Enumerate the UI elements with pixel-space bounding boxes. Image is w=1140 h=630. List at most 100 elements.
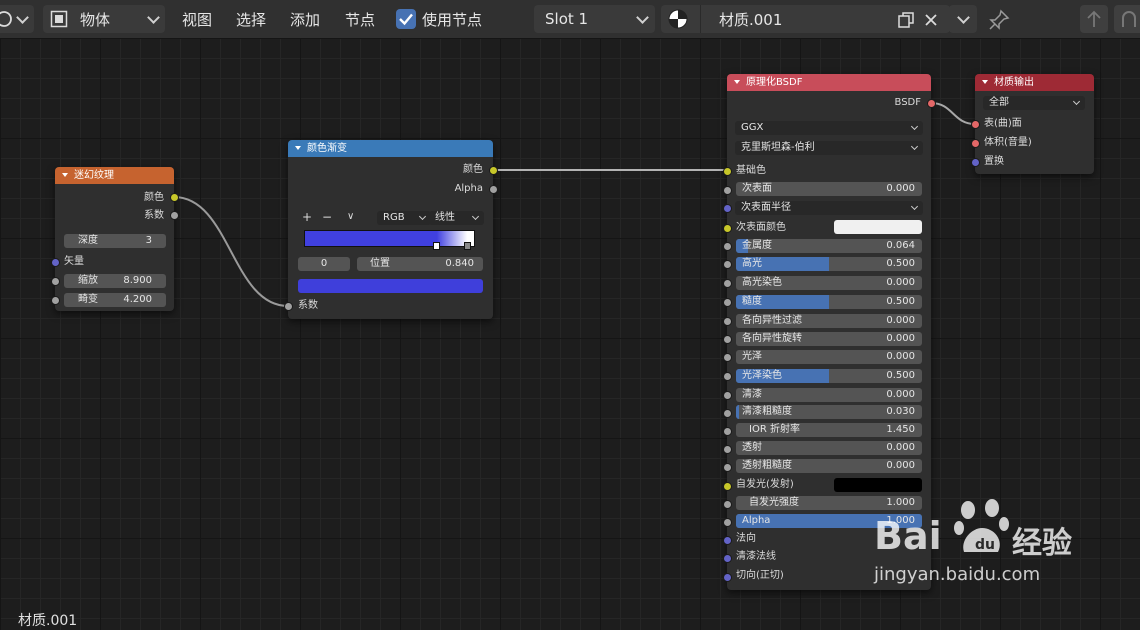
specular-field[interactable]: 高光 0.500 <box>736 257 922 271</box>
ramp-stop-handle[interactable] <box>433 242 441 250</box>
magic-texture-node[interactable]: 迷幻纹理 颜色 系数 深度 3 矢量 缩放 8.900 畸变 4.200 <box>51 167 179 311</box>
node-header[interactable]: 材质输出 <box>975 74 1094 91</box>
output-bsdf-socket[interactable] <box>927 99 936 108</box>
add-stop-button[interactable]: + <box>302 211 312 223</box>
material-output-node[interactable]: 材质输出 全部 表(曲)面 体积(音量) 置换 <box>971 74 1094 174</box>
distribution-dropdown[interactable]: GGX <box>735 121 923 135</box>
ramp-stop-handle[interactable] <box>464 242 472 250</box>
ramp-menu-button[interactable]: ∨ <box>347 211 354 223</box>
vector-input-socket[interactable] <box>51 258 60 267</box>
collapse-arrow-icon[interactable] <box>295 146 301 150</box>
output-color-label: 颜色 <box>463 164 483 175</box>
scale-field[interactable]: 缩放 8.900 <box>64 274 166 288</box>
subsurface-radius-field[interactable]: 次表面半径 <box>735 201 923 215</box>
output-alpha-socket[interactable] <box>489 185 498 194</box>
output-color-socket[interactable] <box>170 193 179 202</box>
transmission-socket[interactable] <box>723 445 732 454</box>
node-header[interactable]: 颜色渐变 <box>288 140 493 157</box>
emission-strength-socket[interactable] <box>723 500 732 509</box>
anisotropic-rotation-field[interactable]: 各向异性旋转 0.000 <box>736 332 922 346</box>
sheen-label: 光泽 <box>742 351 762 362</box>
subsurface-color-socket[interactable] <box>723 224 732 233</box>
specular-socket[interactable] <box>723 260 732 269</box>
subsurface-field[interactable]: 次表面 0.000 <box>736 182 922 196</box>
active-stop-index[interactable]: 0 <box>298 257 350 271</box>
sheen-socket[interactable] <box>723 353 732 362</box>
clearcoat-roughness-socket[interactable] <box>723 409 732 418</box>
specular-tint-socket[interactable] <box>723 279 732 288</box>
transmission-roughness-socket[interactable] <box>723 463 732 472</box>
remove-stop-button[interactable]: − <box>322 211 332 223</box>
interpolation-dropdown[interactable]: 线性 <box>429 211 484 225</box>
roughness-field[interactable]: 糙度 0.500 <box>736 295 922 309</box>
node-header[interactable]: 迷幻纹理 <box>55 167 174 184</box>
transmission-roughness-field[interactable]: 透射粗糙度 0.000 <box>736 459 922 473</box>
watermark-brand-right: 经验 <box>1012 526 1072 561</box>
subsurface-color-swatch[interactable] <box>834 220 922 234</box>
emission-label: 自发光(发射) <box>736 479 794 490</box>
subsurface-socket[interactable] <box>723 186 732 195</box>
volume-input-socket[interactable] <box>971 139 980 148</box>
render-target-dropdown[interactable]: 全部 <box>983 96 1085 110</box>
subsurface-value: 0.000 <box>886 183 915 194</box>
roughness-socket[interactable] <box>723 298 732 307</box>
transmission-label: 透射 <box>742 442 762 453</box>
distortion-input-socket[interactable] <box>51 296 60 305</box>
volume-input-label: 体积(音量) <box>984 137 1032 148</box>
anisotropic-rotation-socket[interactable] <box>723 335 732 344</box>
chevron-down-icon <box>910 122 919 131</box>
fac-input-socket[interactable] <box>284 302 293 311</box>
base-color-label: 基础色 <box>736 165 766 176</box>
surface-input-socket[interactable] <box>971 120 980 129</box>
clearcoat-normal-socket[interactable] <box>723 554 732 563</box>
tangent-socket[interactable] <box>723 573 732 582</box>
sheen-field[interactable]: 光泽 0.000 <box>736 350 922 364</box>
subsurface-radius-socket[interactable] <box>723 204 732 213</box>
clearcoat-value: 0.000 <box>886 389 915 400</box>
distortion-field[interactable]: 畸变 4.200 <box>64 293 166 307</box>
paw-icon: du <box>954 499 1009 553</box>
node-header[interactable]: 原理化BSDF <box>727 74 931 91</box>
scale-value: 8.900 <box>123 275 152 286</box>
chevron-down-icon <box>1072 97 1081 106</box>
collapse-arrow-icon[interactable] <box>734 80 740 84</box>
watermark-url: jingyan.baidu.com <box>874 564 1041 585</box>
output-fac-socket[interactable] <box>170 211 179 220</box>
scale-input-socket[interactable] <box>51 277 60 286</box>
distortion-value: 4.200 <box>123 294 152 305</box>
subsurface-method-dropdown[interactable]: 克里斯坦森-伯利 <box>735 141 923 155</box>
depth-field[interactable]: 深度 3 <box>64 234 166 248</box>
collapse-arrow-icon[interactable] <box>982 80 988 84</box>
sheen-value: 0.000 <box>886 351 915 362</box>
ior-socket[interactable] <box>723 427 732 436</box>
clearcoat-roughness-field[interactable]: 清漆粗糙度 0.030 <box>736 405 922 419</box>
normal-socket[interactable] <box>723 536 732 545</box>
sheen-tint-socket[interactable] <box>723 372 732 381</box>
anisotropic-field[interactable]: 各向异性过滤 0.000 <box>736 314 922 328</box>
color-mode-dropdown[interactable]: RGB <box>377 211 431 225</box>
active-stop-index-value: 0 <box>320 258 328 269</box>
anisotropic-socket[interactable] <box>723 317 732 326</box>
anisotropic-label: 各向异性过滤 <box>742 315 802 326</box>
base-color-socket[interactable] <box>723 167 732 176</box>
clearcoat-field[interactable]: 清漆 0.000 <box>736 388 922 402</box>
transmission-field[interactable]: 透射 0.000 <box>736 441 922 455</box>
metallic-field[interactable]: 金属度 0.064 <box>736 239 922 253</box>
output-color-socket[interactable] <box>489 166 498 175</box>
alpha-socket[interactable] <box>723 518 732 527</box>
clearcoat-socket[interactable] <box>723 391 732 400</box>
chevron-down-icon <box>910 202 919 211</box>
metallic-socket[interactable] <box>723 242 732 251</box>
displacement-input-socket[interactable] <box>971 158 980 167</box>
sheen-tint-field[interactable]: 光泽染色 0.500 <box>736 369 922 383</box>
collapse-arrow-icon[interactable] <box>62 173 68 177</box>
color-ramp-node[interactable]: 颜色渐变 颜色 Alpha + − ∨ RGB 线性 0 位置 0.840 系数 <box>284 140 498 319</box>
specular-tint-field[interactable]: 高光染色 0.000 <box>736 276 922 290</box>
active-stop-color[interactable] <box>298 279 483 293</box>
ior-field[interactable]: IOR 折射率 1.450 <box>736 423 922 437</box>
emission-color-swatch[interactable] <box>834 478 922 492</box>
depth-value: 3 <box>145 235 152 246</box>
depth-label: 深度 <box>78 235 98 246</box>
stop-position-field[interactable]: 位置 0.840 <box>357 257 483 271</box>
emission-socket[interactable] <box>723 482 732 491</box>
